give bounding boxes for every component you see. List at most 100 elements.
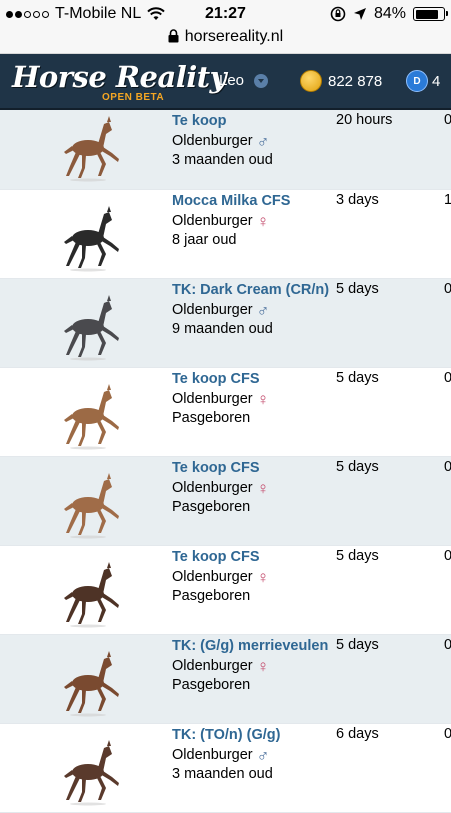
- horse-breed-line: Oldenburger ♀: [172, 212, 290, 232]
- horse-image[interactable]: [54, 378, 126, 450]
- horse-age: 3 maanden oud: [172, 152, 273, 168]
- female-icon: ♀: [256, 389, 270, 409]
- female-icon: ♀: [256, 567, 270, 587]
- horse-age: 9 maanden oud: [172, 321, 273, 337]
- male-icon: ♂: [256, 131, 270, 151]
- user-menu[interactable]: Leo: [219, 72, 269, 89]
- time-remaining: 5 days: [336, 637, 379, 653]
- horse-age: 3 maanden oud: [172, 766, 273, 782]
- price-column: 0: [444, 370, 451, 386]
- price-column: 0: [444, 637, 451, 653]
- horse-name-link[interactable]: Te koop CFS: [172, 459, 269, 479]
- price-column: 1: [444, 192, 451, 208]
- horse-name-link[interactable]: TK: Dark Cream (CR/n): [172, 281, 329, 301]
- horse-info: Te koop CFS Oldenburger ♀ Pasgeboren: [172, 548, 269, 607]
- horse-name-link[interactable]: TK: (TO/n) (G/g): [172, 726, 280, 746]
- list-item[interactable]: Mocca Milka CFS Oldenburger ♀ 8 jaar oud 3 d…: [0, 190, 451, 279]
- price-column: 0: [444, 548, 451, 564]
- time-remaining: 5 days: [336, 281, 379, 297]
- horse-breed-line: Oldenburger ♂: [172, 746, 280, 766]
- horse-age: Pasgeboren: [172, 588, 251, 604]
- list-item[interactable]: Te koop CFS Oldenburger ♀ Pasgeboren 5 days 0: [0, 457, 451, 546]
- list-item[interactable]: Te koop CFS Oldenburger ♀ Pasgeboren 5 days 0: [0, 546, 451, 635]
- price-column: 0: [444, 281, 451, 297]
- list-item[interactable]: Te koop CFS Oldenburger ♀ Pasgeboren 5 days 0: [0, 368, 451, 457]
- horse-breed: Oldenburger: [172, 746, 253, 763]
- status-right: 84%: [330, 5, 448, 23]
- lock-icon: [168, 29, 179, 43]
- list-item[interactable]: TK: (G/g) merrieveulen Oldenburger ♀ Pasgeb…: [0, 635, 451, 724]
- horse-breed: Oldenburger: [172, 212, 253, 229]
- horse-image[interactable]: [54, 289, 126, 361]
- battery-level: [415, 9, 439, 19]
- time-remaining: 5 days: [336, 370, 379, 386]
- horse-info: Te koop CFS Oldenburger ♀ Pasgeboren: [172, 370, 269, 429]
- list-item[interactable]: TK: Dark Cream (CR/n) Oldenburger ♂ 9 maand…: [0, 279, 451, 368]
- horse-image[interactable]: [54, 110, 126, 182]
- coin-icon: [300, 70, 322, 92]
- chevron-down-icon[interactable]: [254, 73, 269, 88]
- horse-image[interactable]: [54, 556, 126, 628]
- horse-breed-line: Oldenburger ♀: [172, 657, 328, 677]
- female-icon: ♀: [256, 478, 270, 498]
- horse-info: TK: (TO/n) (G/g) Oldenburger ♂ 3 maanden ou…: [172, 726, 280, 785]
- horse-listing: Te koop Oldenburger ♂ 3 maanden oud 20 hours…: [0, 110, 451, 813]
- horse-image[interactable]: [54, 467, 126, 539]
- time-remaining: 5 days: [336, 548, 379, 564]
- price-column: 0: [444, 112, 451, 128]
- horse-breed: Oldenburger: [172, 390, 253, 407]
- address-bar[interactable]: horsereality.nl: [0, 28, 451, 54]
- female-icon: ♀: [256, 211, 270, 231]
- male-icon: ♂: [256, 300, 270, 320]
- horse-image[interactable]: [54, 200, 126, 272]
- points-amount: 4: [432, 72, 441, 90]
- horse-breed-line: Oldenburger ♀: [172, 390, 269, 410]
- horse-info: Te koop Oldenburger ♂ 3 maanden oud: [172, 112, 273, 171]
- battery-percent: 84%: [373, 5, 406, 22]
- list-item[interactable]: Te koop Oldenburger ♂ 3 maanden oud 20 hours…: [0, 110, 451, 190]
- location-arrow-icon: [353, 8, 366, 20]
- horse-name-link[interactable]: Te koop CFS: [172, 548, 269, 568]
- time-remaining: 6 days: [336, 726, 379, 742]
- horse-breed: Oldenburger: [172, 657, 253, 674]
- beta-label: OPEN BETA: [102, 92, 165, 103]
- points-icon: D: [406, 70, 428, 92]
- horse-info: TK: Dark Cream (CR/n) Oldenburger ♂ 9 maand…: [172, 281, 329, 340]
- site-logo[interactable]: Horse Reality: [12, 60, 227, 94]
- time-remaining: 3 days: [336, 192, 379, 208]
- site-header: Horse Reality OPEN BETA Leo 822 878 D 4: [0, 54, 451, 110]
- battery-icon: [413, 7, 448, 21]
- price-column: 0: [444, 726, 451, 742]
- price-column: 0: [444, 459, 451, 475]
- horse-breed: Oldenburger: [172, 132, 253, 149]
- horse-age: 8 jaar oud: [172, 232, 237, 248]
- horse-name-link[interactable]: TK: (G/g) merrieveulen: [172, 637, 328, 657]
- horse-breed-line: Oldenburger ♀: [172, 479, 269, 499]
- horse-breed: Oldenburger: [172, 479, 253, 496]
- horse-info: Mocca Milka CFS Oldenburger ♀ 8 jaar oud: [172, 192, 290, 251]
- horse-breed: Oldenburger: [172, 568, 253, 585]
- horse-name-link[interactable]: Te koop CFS: [172, 370, 269, 390]
- horse-image[interactable]: [54, 645, 126, 717]
- coin-amount: 822 878: [328, 72, 383, 90]
- horse-breed-line: Oldenburger ♀: [172, 568, 269, 588]
- time-remaining: 5 days: [336, 459, 379, 475]
- horse-image[interactable]: [54, 734, 126, 806]
- coin-balance: 822 878: [300, 70, 382, 92]
- horse-name-link[interactable]: Te koop: [172, 112, 273, 132]
- female-icon: ♀: [256, 656, 270, 676]
- points-balance: D 4: [406, 70, 440, 92]
- horse-breed-line: Oldenburger ♂: [172, 132, 273, 152]
- horse-info: TK: (G/g) merrieveulen Oldenburger ♀ Pasgeb…: [172, 637, 328, 696]
- horse-name-link[interactable]: Mocca Milka CFS: [172, 192, 290, 212]
- horse-age: Pasgeboren: [172, 677, 251, 693]
- username: Leo: [219, 72, 245, 89]
- male-icon: ♂: [256, 745, 270, 765]
- horse-breed: Oldenburger: [172, 301, 253, 318]
- horse-age: Pasgeboren: [172, 410, 251, 426]
- time-remaining: 20 hours: [336, 112, 393, 128]
- url-text: horsereality.nl: [184, 28, 284, 45]
- horse-breed-line: Oldenburger ♂: [172, 301, 329, 321]
- status-bar: T-Mobile NL 21:27 84%: [0, 0, 451, 28]
- horse-info: Te koop CFS Oldenburger ♀ Pasgeboren: [172, 459, 269, 518]
